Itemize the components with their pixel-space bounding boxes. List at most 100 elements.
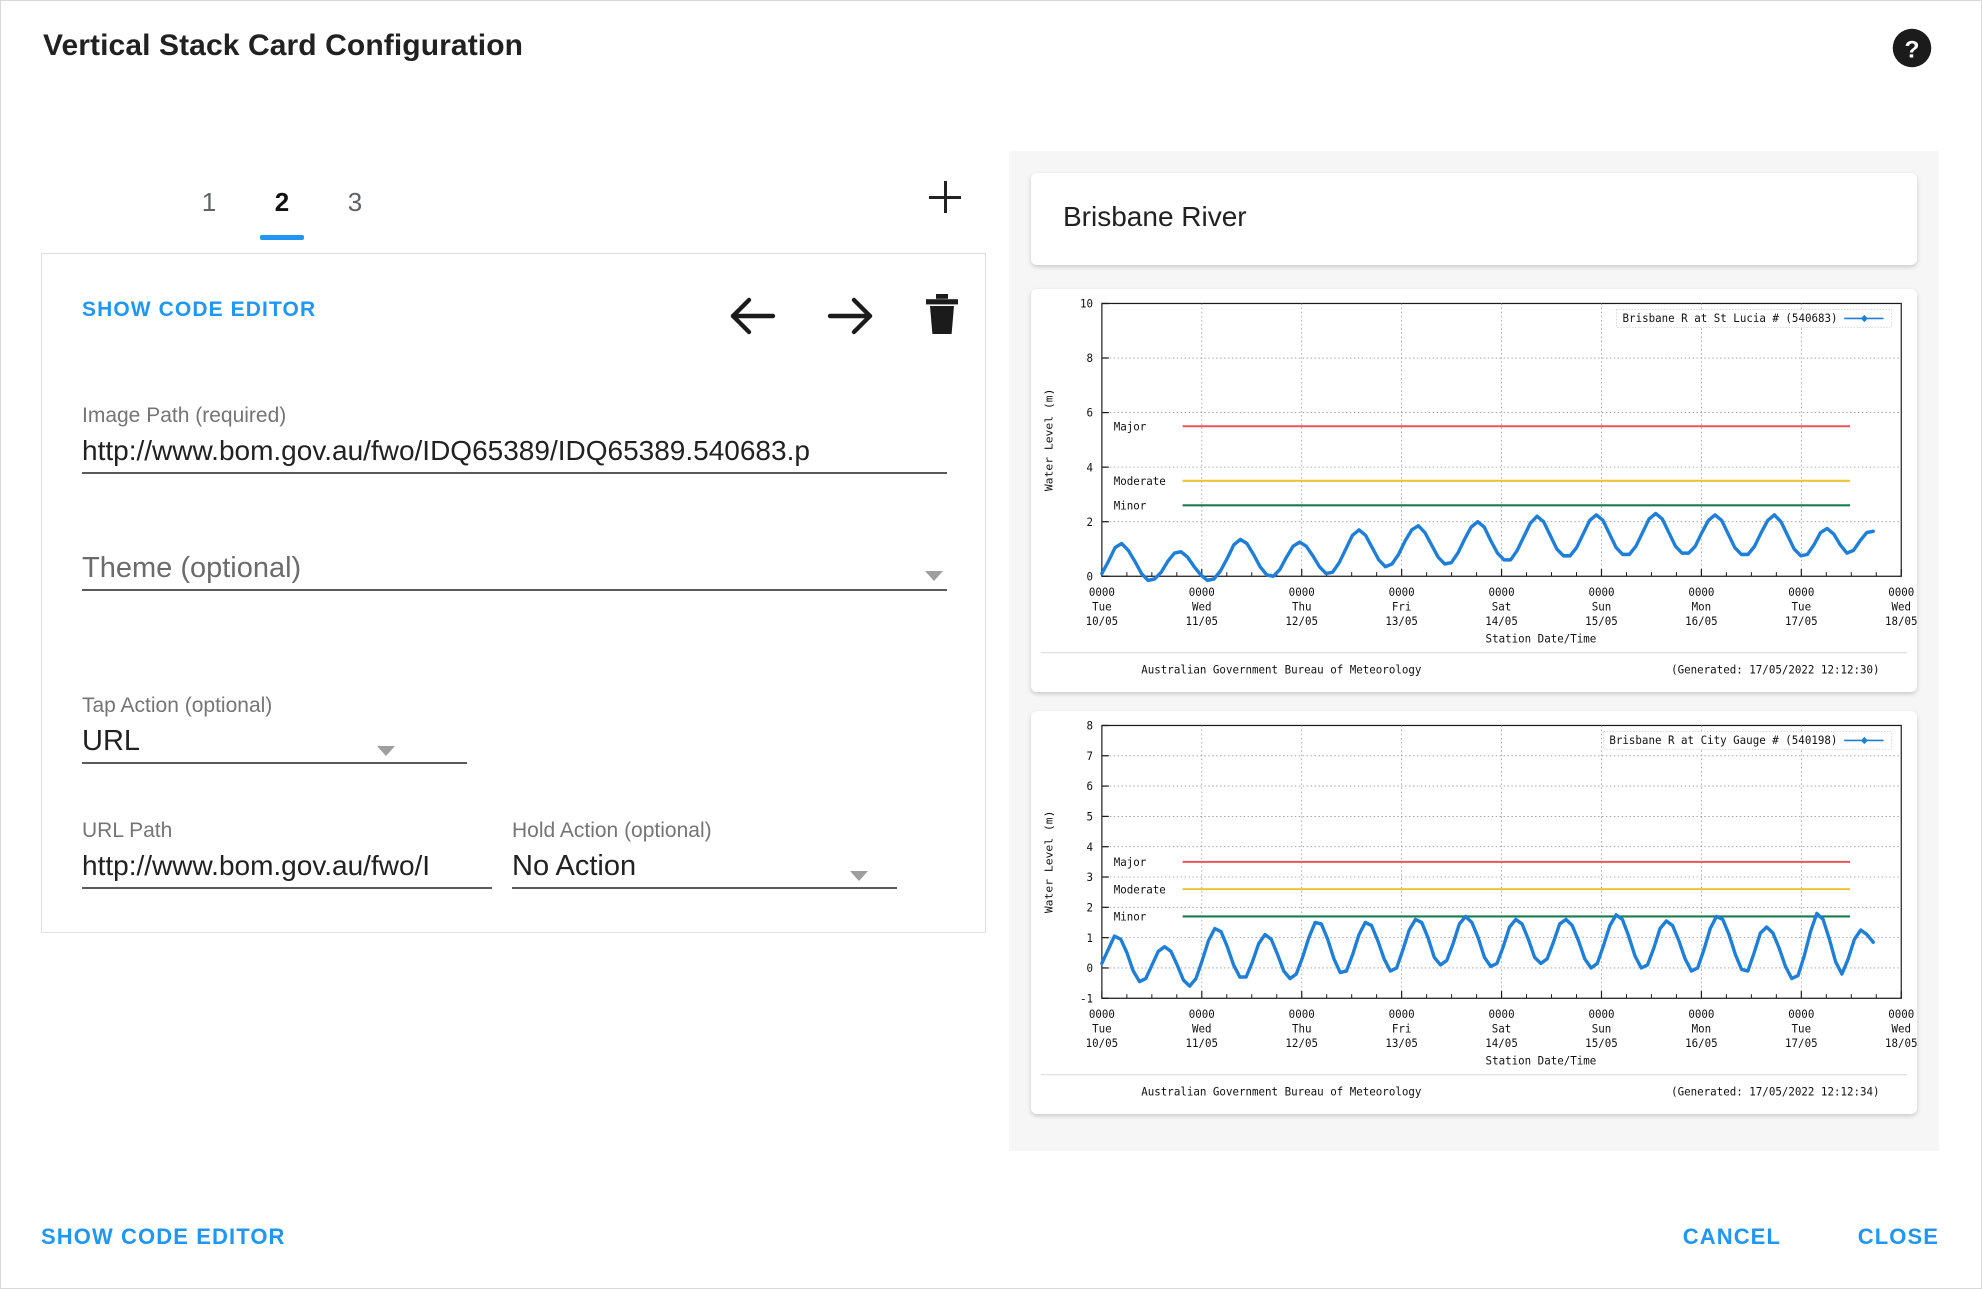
arrow-left-icon[interactable] — [727, 294, 779, 338]
arrow-right-icon[interactable] — [824, 294, 876, 338]
chevron-down-icon[interactable] — [850, 871, 868, 881]
svg-text:10/05: 10/05 — [1086, 1037, 1119, 1050]
card-preview-panel: Brisbane River 0 2 4 6 8 10 0000 Tue 10/05 0000 We… — [1009, 151, 1939, 1151]
svg-text:0: 0 — [1086, 570, 1093, 583]
field-underline — [82, 472, 947, 474]
svg-text:0000: 0000 — [1788, 586, 1814, 599]
tab-card-1[interactable]: 1 — [181, 181, 237, 240]
svg-text:Station Date/Time: Station Date/Time — [1486, 632, 1597, 645]
svg-text:1: 1 — [1086, 932, 1093, 945]
svg-text:7: 7 — [1086, 750, 1093, 763]
tab-label: 1 — [201, 187, 217, 217]
svg-text:Major: Major — [1114, 856, 1147, 869]
svg-text:0000: 0000 — [1888, 586, 1914, 599]
field-underline — [82, 762, 467, 764]
trash-icon[interactable] — [922, 292, 962, 338]
svg-text:12/05: 12/05 — [1285, 1037, 1318, 1050]
dialog-header: Vertical Stack Card Configuration ? — [1, 1, 1981, 97]
svg-text:0000: 0000 — [1588, 586, 1614, 599]
vertical-stack-card-configuration-dialog: Vertical Stack Card Configuration ? 1 2 … — [0, 0, 1982, 1289]
svg-text:0000: 0000 — [1189, 586, 1215, 599]
svg-text:10/05: 10/05 — [1086, 615, 1119, 628]
svg-text:12/05: 12/05 — [1285, 615, 1318, 628]
url-path-value[interactable]: http://www.bom.gov.au/fwo/I — [82, 847, 492, 887]
tab-card-2[interactable]: 2 — [254, 181, 310, 240]
theme-placeholder[interactable]: Theme (optional) — [82, 549, 947, 589]
svg-text:0000: 0000 — [1189, 1008, 1215, 1021]
svg-text:Moderate: Moderate — [1114, 475, 1166, 488]
footer-show-code-editor-button[interactable]: SHOW CODE EDITOR — [41, 1224, 286, 1250]
svg-text:18/05: 18/05 — [1885, 615, 1917, 628]
hold-action-field[interactable]: Hold Action (optional) No Action — [512, 819, 897, 889]
svg-text:0000: 0000 — [1389, 586, 1415, 599]
svg-text:0000: 0000 — [1089, 1008, 1115, 1021]
svg-text:14/05: 14/05 — [1485, 1037, 1518, 1050]
svg-text:6: 6 — [1086, 780, 1093, 793]
card-tabs: 1 2 3 — [41, 181, 986, 253]
svg-text:0000: 0000 — [1588, 1008, 1614, 1021]
svg-text:10: 10 — [1080, 297, 1093, 310]
svg-text:0000: 0000 — [1289, 586, 1315, 599]
svg-text:0000: 0000 — [1688, 1008, 1714, 1021]
plus-icon[interactable] — [921, 173, 969, 221]
hold-action-label: Hold Action (optional) — [512, 819, 712, 842]
tap-action-field[interactable]: Tap Action (optional) URL — [82, 694, 467, 764]
svg-text:Major: Major — [1114, 420, 1147, 433]
svg-text:Thu: Thu — [1292, 1022, 1312, 1035]
svg-text:Minor: Minor — [1114, 910, 1147, 923]
svg-text:Australian Government Bureau o: Australian Government Bureau of Meteorol… — [1141, 1085, 1421, 1098]
svg-text:Moderate: Moderate — [1114, 883, 1166, 896]
svg-text:0000: 0000 — [1289, 1008, 1315, 1021]
hold-action-value[interactable]: No Action — [512, 847, 897, 887]
svg-text:0000: 0000 — [1389, 1008, 1415, 1021]
image-path-value[interactable]: http://www.bom.gov.au/fwo/IDQ65389/IDQ65… — [82, 432, 947, 472]
tab-label: 3 — [347, 187, 363, 217]
svg-text:4: 4 — [1086, 461, 1093, 474]
tab-card-3[interactable]: 3 — [327, 181, 383, 240]
svg-text:15/05: 15/05 — [1585, 615, 1618, 628]
svg-text:Sat: Sat — [1492, 1022, 1512, 1035]
svg-text:2: 2 — [1086, 516, 1093, 529]
show-code-editor-button[interactable]: SHOW CODE EDITOR — [82, 298, 316, 322]
help-circle-icon[interactable]: ? — [1891, 27, 1933, 69]
svg-text:Fri: Fri — [1392, 600, 1412, 613]
svg-text:13/05: 13/05 — [1385, 615, 1418, 628]
svg-text:11/05: 11/05 — [1186, 1037, 1219, 1050]
svg-text:8: 8 — [1086, 719, 1093, 732]
svg-text:14/05: 14/05 — [1485, 615, 1518, 628]
url-path-field[interactable]: URL Path http://www.bom.gov.au/fwo/I — [82, 819, 492, 889]
svg-text:8: 8 — [1086, 352, 1093, 365]
svg-text:2: 2 — [1086, 901, 1093, 914]
image-path-field[interactable]: Image Path (required) http://www.bom.gov… — [82, 404, 947, 474]
svg-text:18/05: 18/05 — [1885, 1037, 1917, 1050]
svg-text:Wed: Wed — [1192, 1022, 1212, 1035]
svg-text:5: 5 — [1086, 810, 1093, 823]
svg-text:4: 4 — [1086, 841, 1093, 854]
preview-chart-card-2: -1 0 1 2 3 4 5 6 7 8 0000 Tue 10/05 0000 Wed 11/05 0000 T… — [1031, 711, 1917, 1114]
svg-text:Brisbane R at St Lucia # (5406: Brisbane R at St Lucia # (540683) — [1623, 312, 1838, 325]
field-underline — [82, 589, 947, 591]
water-level-chart-2: -10123456780000Tue10/050000Wed11/050000T… — [1040, 719, 1917, 1098]
svg-text:17/05: 17/05 — [1785, 1037, 1818, 1050]
theme-field[interactable]: Theme (optional) — [82, 549, 947, 591]
chevron-down-icon[interactable] — [377, 746, 395, 756]
svg-text:Water Level (m): Water Level (m) — [1043, 811, 1056, 914]
card-editor-panel: SHOW CODE EDITOR Image Path (required) h… — [41, 253, 986, 933]
close-button[interactable]: CLOSE — [1858, 1224, 1939, 1250]
svg-text:6: 6 — [1086, 406, 1093, 419]
cancel-button[interactable]: CANCEL — [1683, 1224, 1781, 1250]
svg-text:Station Date/Time: Station Date/Time — [1486, 1054, 1597, 1067]
tap-action-value[interactable]: URL — [82, 722, 467, 762]
svg-text:?: ? — [1905, 37, 1920, 64]
svg-text:3: 3 — [1086, 871, 1093, 884]
svg-text:Sun: Sun — [1592, 600, 1612, 613]
svg-text:Wed: Wed — [1891, 600, 1911, 613]
svg-text:Sun: Sun — [1592, 1022, 1612, 1035]
svg-text:13/05: 13/05 — [1385, 1037, 1418, 1050]
svg-text:17/05: 17/05 — [1785, 615, 1818, 628]
svg-text:0000: 0000 — [1489, 1008, 1515, 1021]
svg-text:Minor: Minor — [1114, 499, 1147, 512]
svg-text:Australian Government Bureau o: Australian Government Bureau of Meteorol… — [1141, 663, 1421, 676]
svg-text:11/05: 11/05 — [1186, 615, 1219, 628]
chevron-down-icon[interactable] — [925, 571, 943, 581]
